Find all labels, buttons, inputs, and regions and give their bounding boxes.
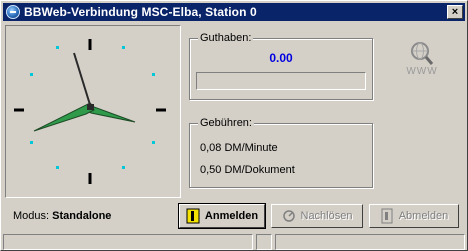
login-door-icon	[186, 208, 200, 224]
app-globe-icon	[6, 5, 20, 19]
status-cell-3	[275, 234, 465, 250]
status-bar	[3, 234, 465, 250]
clock-dot-5	[122, 166, 125, 169]
clock-dot-10	[30, 73, 33, 76]
fees-label: Gebühren:	[198, 117, 254, 129]
clock-dot-7	[56, 166, 59, 169]
recharge-button-label: Nachlösen	[300, 210, 353, 222]
magnifier-globe-icon	[411, 42, 434, 65]
clock-dot-1	[122, 46, 125, 49]
clock-dot-8	[30, 141, 33, 144]
status-cell-2	[256, 234, 272, 250]
analog-clock	[5, 25, 181, 198]
status-cell-1	[3, 234, 253, 250]
balance-group: Guthaben: 0.00	[189, 32, 373, 100]
fee-per-document: 0,50 DM/Dokument	[200, 164, 295, 176]
close-button[interactable]: ×	[447, 5, 463, 19]
fee-per-minute: 0,08 DM/Minute	[200, 142, 278, 154]
window-title: BBWeb-Verbindung MSC-Elba, Station 0	[24, 5, 257, 19]
recharge-icon	[282, 210, 295, 222]
logout-button-label: Abmelden	[398, 210, 449, 222]
clock-center	[87, 104, 94, 110]
title-bar[interactable]: BBWeb-Verbindung MSC-Elba, Station 0 ×	[3, 3, 465, 21]
www-label: WWW	[406, 66, 438, 77]
dialog-window: BBWeb-Verbindung MSC-Elba, Station 0 × G…	[0, 0, 468, 251]
clock-minute-hand	[33, 102, 95, 132]
mode-label: Modus:	[13, 210, 50, 222]
login-button-label: Anmelden	[204, 210, 259, 222]
mode-value: Standalone	[52, 210, 112, 222]
www-link[interactable]: WWW	[404, 39, 440, 81]
clock-dot-2	[152, 73, 155, 76]
mode-display: Modus: Standalone	[13, 210, 111, 222]
balance-label: Guthaben:	[198, 32, 254, 44]
login-button[interactable]: Anmelden	[178, 203, 266, 229]
logout-button[interactable]: Abmelden	[369, 204, 459, 228]
clock-second-hand	[73, 52, 92, 109]
clock-dot-4	[152, 141, 155, 144]
clock-face	[14, 39, 166, 184]
logout-door-icon	[381, 208, 393, 224]
balance-amount: 0.00	[269, 51, 293, 65]
clock-dot-11	[56, 46, 59, 49]
balance-progress-bar	[196, 72, 366, 90]
fees-group: Gebühren: 0,08 DM/Minute 0,50 DM/Dokumen…	[189, 117, 373, 188]
recharge-button[interactable]: Nachlösen	[271, 204, 363, 228]
